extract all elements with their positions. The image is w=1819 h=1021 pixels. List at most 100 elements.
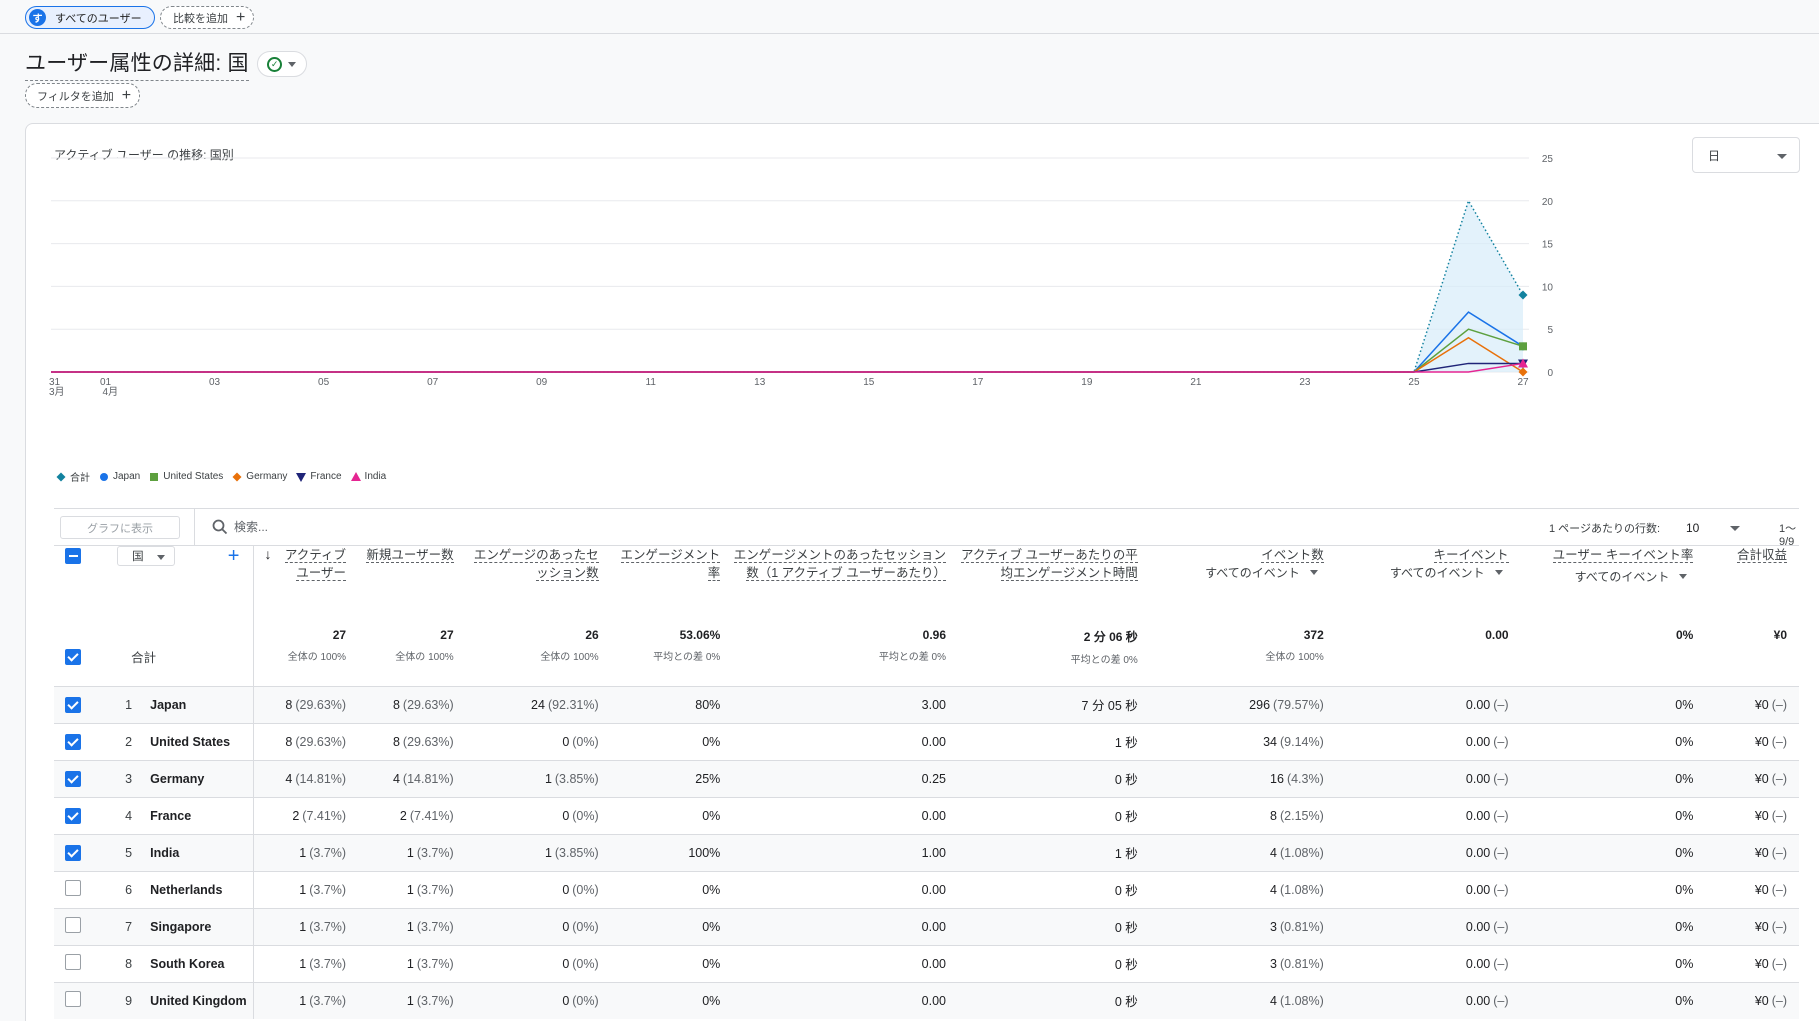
row-metric-cell: 0.00 (–) xyxy=(1336,797,1521,834)
totals-checkbox[interactable] xyxy=(65,648,81,665)
select-all-checkbox[interactable] xyxy=(65,548,81,564)
metric-share: (–) xyxy=(1771,993,1787,1008)
table-row[interactable]: 4 France 2 (7.41%) 2 (7.41%) 0 (0%) 0% 0.00 0 秒 8 (2… xyxy=(54,797,1799,834)
metric-value: 2 xyxy=(292,808,300,823)
metric-value: 1 xyxy=(406,845,414,860)
search-input[interactable] xyxy=(234,517,534,537)
row-country-name[interactable]: United States xyxy=(150,735,230,749)
legend-item-germany[interactable]: Germany xyxy=(232,471,287,482)
table-row[interactable]: 9 United Kingdom 1 (3.7%) 1 (3.7%) 0 (0%) 0% 0.00… xyxy=(54,982,1799,1019)
row-metric-cell: 0% xyxy=(1521,723,1706,760)
metric-value: 0.00 xyxy=(1465,993,1491,1008)
add-dimension-plus-icon[interactable]: + xyxy=(228,546,240,566)
x-tick-label: 11 xyxy=(646,377,657,388)
totals-value: 2 分 06 秒 xyxy=(1083,630,1138,644)
metric-share: (–) xyxy=(1493,993,1509,1008)
metric-share: (0%) xyxy=(572,808,599,823)
x-tick-label: 21 xyxy=(1190,377,1202,388)
totals-cell: 0% xyxy=(1521,628,1706,686)
row-country-name[interactable]: France xyxy=(150,809,191,823)
metric-value: 1 xyxy=(406,882,414,897)
row-country-name[interactable]: Japan xyxy=(150,698,186,712)
row-metric-cell: 0.00 xyxy=(732,797,958,834)
all-users-chip[interactable]: す すべてのユーザー xyxy=(25,6,155,29)
legend-marker-shape xyxy=(100,472,108,481)
table-toolbar: グラフに表示 1 ページあたりの行数: 10 1～9/9 xyxy=(54,508,1799,548)
row-checkbox[interactable] xyxy=(65,880,81,896)
row-checkbox[interactable] xyxy=(65,696,81,713)
metric-value: 4 xyxy=(1270,993,1277,1008)
metric-header-5[interactable]: アクティブ ユーザーあたりの平均エンゲージメント時間 xyxy=(958,546,1150,628)
table-row[interactable]: 5 India 1 (3.7%) 1 (3.7%) 1 (3.85%) 100% 1.00 1 秒4… xyxy=(54,834,1799,871)
metric-value: 0.00 xyxy=(921,956,947,971)
chevron-down-icon xyxy=(1679,574,1688,579)
row-checkbox[interactable] xyxy=(65,844,81,861)
row-metric-cell: 1 (3.85%) xyxy=(466,834,611,871)
metric-share: (29.63%) xyxy=(295,734,347,749)
legend-item-total[interactable]: 合計 xyxy=(56,469,90,484)
table-row[interactable]: 7 Singapore 1 (3.7%) 1 (3.7%) 0 (0%) 0% 0.00 0 秒 3(… xyxy=(54,908,1799,945)
rows-per-page-select[interactable]: 10 xyxy=(1686,516,1748,540)
row-metric-cell: 1 (3.7%) xyxy=(254,871,358,908)
row-country-name[interactable]: Netherlands xyxy=(150,883,222,897)
row-country-name[interactable]: Singapore xyxy=(150,920,211,934)
metric-value: 0.00 xyxy=(1465,845,1491,860)
row-country-name[interactable]: South Korea xyxy=(150,957,224,971)
table-row[interactable]: 1 Japan 8 (29.63%) 8 (29.63%) 24 (92.31%) 80% 3.0… xyxy=(54,686,1799,723)
row-country-name[interactable]: United Kingdom xyxy=(150,994,247,1008)
metric-share: (7.41%) xyxy=(409,808,454,823)
metric-share: (–) xyxy=(1493,919,1509,934)
row-checkbox[interactable] xyxy=(65,807,81,824)
legend-item-japan[interactable]: Japan xyxy=(99,471,140,482)
plot-rows-button[interactable]: グラフに表示 xyxy=(60,516,180,539)
legend-marker-japan xyxy=(100,472,108,481)
table-row[interactable]: 2 United States 8 (29.63%) 8 (29.63%) 0 (0%) 0% 0… xyxy=(54,723,1799,760)
row-country-name[interactable]: Germany xyxy=(150,772,204,786)
event-filter-select[interactable]: すべてのイベント xyxy=(1205,564,1318,581)
dimension-select[interactable]: 国 xyxy=(117,546,176,566)
table-row[interactable]: 3 Germany 4 (14.81%) 4 (14.81%) 1 (3.85%) 25% 0.2… xyxy=(54,760,1799,797)
metric-header-0[interactable]: ↓ アクティブ ユーザー xyxy=(254,546,358,628)
row-country-name[interactable]: India xyxy=(150,846,179,860)
row-dimension-cell: 9 United Kingdom xyxy=(117,982,255,1019)
page-title[interactable]: ユーザー属性の詳細: 国 xyxy=(25,47,249,81)
legend-item-india[interactable]: India xyxy=(350,471,386,482)
row-checkbox[interactable] xyxy=(65,770,81,787)
table-row[interactable]: 8 South Korea 1 (3.7%) 1 (3.7%) 0 (0%) 0% 0.00 0 秒… xyxy=(54,945,1799,982)
metric-header-1[interactable]: 新規ユーザー数 xyxy=(358,546,466,628)
metric-value: 0 xyxy=(562,882,570,897)
report-status-button[interactable]: ✓ xyxy=(256,51,307,77)
totals-value: 0% xyxy=(1675,628,1694,642)
metric-header-7[interactable]: キーイベント すべてのイベント xyxy=(1336,546,1521,628)
row-metric-cell: 0 (0%) xyxy=(466,723,611,760)
row-checkbox[interactable] xyxy=(65,954,81,970)
metric-header-4[interactable]: エンゲージメントのあったセッション数（1 アクティブ ユーザーあたり） xyxy=(732,546,958,628)
row-checkbox[interactable] xyxy=(65,991,81,1008)
x-tick-label: 15 xyxy=(863,377,875,388)
totals-subtext: 平均との差 0% xyxy=(878,652,947,663)
metric-header-3[interactable]: エンゲージメント率 xyxy=(611,546,733,628)
metric-header-9[interactable]: 合計収益 xyxy=(1705,546,1799,628)
table-row[interactable]: 6 Netherlands 1 (3.7%) 1 (3.7%) 0 (0%) 0% 0.00 0 秒… xyxy=(54,871,1799,908)
metric-header-6[interactable]: イベント数 すべてのイベント xyxy=(1150,546,1336,628)
add-filter-button[interactable]: フィルタを追加 + xyxy=(25,83,141,108)
metric-share: (0%) xyxy=(572,919,599,934)
metric-value: 0.00 xyxy=(1465,956,1491,971)
metric-value: 34 xyxy=(1263,734,1277,749)
metric-header-8[interactable]: ユーザー キーイベント率 すべてのイベント xyxy=(1521,546,1706,628)
sort-descending-arrow-icon[interactable]: ↓ xyxy=(264,546,271,582)
row-metric-cell: 0.00 (–) xyxy=(1336,723,1521,760)
row-checkbox[interactable] xyxy=(65,733,81,750)
legend-item-france[interactable]: France xyxy=(296,471,342,482)
event-filter-select[interactable]: すべてのイベント xyxy=(1390,564,1503,581)
x-tick-label: 09 xyxy=(536,377,548,388)
add-comparison-label: 比較を追加 xyxy=(173,12,228,25)
add-comparison-button[interactable]: 比較を追加 + xyxy=(160,6,255,29)
dimension-header: 国 + xyxy=(117,546,255,628)
row-checkbox[interactable] xyxy=(65,917,81,933)
event-filter-select[interactable]: すべてのイベント xyxy=(1575,568,1688,585)
totals-value: 27 xyxy=(440,628,454,642)
metric-header-2[interactable]: エンゲージのあったセッション数 xyxy=(466,546,611,628)
row-metric-cell: 1 (3.7%) xyxy=(358,945,466,982)
legend-item-united-states[interactable]: United States xyxy=(149,471,223,482)
